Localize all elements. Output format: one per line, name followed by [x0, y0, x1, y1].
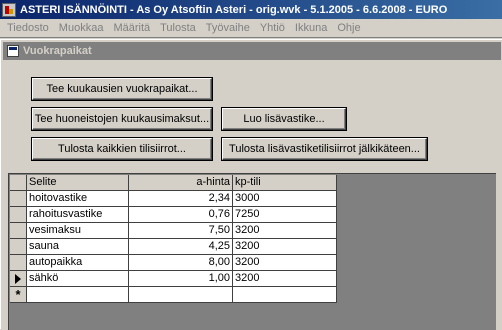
table-row-new[interactable]: *: [10, 287, 337, 303]
cell-selite[interactable]: [27, 287, 129, 303]
create-extra-charge-button[interactable]: Luo lisävastike...: [222, 108, 346, 130]
cell-a-hinta[interactable]: 0,76: [129, 207, 233, 223]
menu-ikkuna[interactable]: Ikkuna: [290, 22, 332, 34]
table-row[interactable]: vesimaksu 7,50 3200: [10, 223, 337, 239]
row-selector[interactable]: [10, 239, 27, 255]
window-title: Vuokrapaikat: [23, 45, 92, 57]
cell-kp-tili[interactable]: 3200: [233, 239, 337, 255]
cell-kp-tili[interactable]: 3200: [233, 271, 337, 287]
table-row[interactable]: rahoitusvastike 0,76 7250: [10, 207, 337, 223]
menu-ohje[interactable]: Ohje: [332, 22, 365, 34]
table-row[interactable]: sauna 4,25 3200: [10, 239, 337, 255]
grid-header-row: Selite a-hinta kp-tili: [10, 175, 337, 191]
row-selector[interactable]: [10, 191, 27, 207]
cell-a-hinta[interactable]: 7,50: [129, 223, 233, 239]
cell-selite[interactable]: autopaikka: [27, 255, 129, 271]
cell-a-hinta[interactable]: [129, 287, 233, 303]
menu-maarita[interactable]: Määritä: [108, 22, 155, 34]
app-logo-icon: [2, 2, 16, 17]
cell-selite[interactable]: sähkö: [27, 271, 129, 287]
cell-selite[interactable]: sauna: [27, 239, 129, 255]
row-selector[interactable]: [10, 223, 27, 239]
app-title-text: ASTERI ISÄNNÖINTI - As Oy Atsoftin Aster…: [20, 3, 448, 16]
table-row[interactable]: hoitovastike 2,34 3000: [10, 191, 337, 207]
rent-items-grid[interactable]: Selite a-hinta kp-tili hoitovastike 2,34…: [8, 173, 496, 330]
cell-a-hinta[interactable]: 1,00: [129, 271, 233, 287]
column-header-selite[interactable]: Selite: [27, 175, 129, 191]
row-selector[interactable]: [10, 207, 27, 223]
select-all-corner[interactable]: [10, 175, 27, 191]
column-header-a-hinta[interactable]: a-hinta: [129, 175, 233, 191]
row-selector[interactable]: [10, 255, 27, 271]
row-pointer-icon: [15, 274, 21, 284]
mdi-workspace: Vuokrapaikat Tee kuukausien vuokrapaikat…: [0, 39, 502, 330]
room-payments-button[interactable]: Tee huoneistojen kuukausimaksut...: [32, 108, 212, 130]
cell-selite[interactable]: hoitovastike: [27, 191, 129, 207]
cell-kp-tili[interactable]: 3200: [233, 255, 337, 271]
table-row-current[interactable]: sähkö 1,00 3200: [10, 271, 337, 287]
cell-kp-tili[interactable]: [233, 287, 337, 303]
table-row[interactable]: autopaikka 8,00 3200: [10, 255, 337, 271]
window-titlebar[interactable]: Vuokrapaikat: [3, 42, 501, 60]
monthly-rents-button[interactable]: Tee kuukausien vuokrapaikat...: [32, 78, 212, 100]
menu-yhtio[interactable]: Yhtiö: [255, 22, 290, 34]
cell-selite[interactable]: rahoitusvastike: [27, 207, 129, 223]
row-selector[interactable]: *: [10, 287, 27, 303]
cell-a-hinta[interactable]: 4,25: [129, 239, 233, 255]
cell-kp-tili[interactable]: 3200: [233, 223, 337, 239]
new-row-marker: *: [15, 287, 21, 302]
menu-tiedosto[interactable]: Tiedosto: [2, 22, 54, 34]
menu-muokkaa[interactable]: Muokkaa: [54, 22, 109, 34]
column-header-kp-tili[interactable]: kp-tili: [233, 175, 337, 191]
cell-a-hinta[interactable]: 8,00: [129, 255, 233, 271]
cell-kp-tili[interactable]: 7250: [233, 207, 337, 223]
print-all-transfers-button[interactable]: Tulosta kaikkien tilisiirrot...: [32, 138, 212, 160]
menu-bar: Tiedosto Muokkaa Määritä Tulosta Työvaih…: [0, 19, 502, 38]
app-titlebar[interactable]: ASTERI ISÄNNÖINTI - As Oy Atsoftin Aster…: [0, 0, 502, 19]
menu-tulosta[interactable]: Tulosta: [155, 22, 201, 34]
grid-body: Selite a-hinta kp-tili hoitovastike 2,34…: [10, 175, 337, 303]
menu-tyovaihe[interactable]: Työvaihe: [201, 22, 255, 34]
form-icon: [7, 45, 19, 57]
print-extra-transfers-button[interactable]: Tulosta lisävastiketilisiirrot jälkikäte…: [222, 138, 427, 160]
vuokrapaikat-window: Vuokrapaikat Tee kuukausien vuokrapaikat…: [0, 39, 502, 330]
cell-selite[interactable]: vesimaksu: [27, 223, 129, 239]
cell-a-hinta[interactable]: 2,34: [129, 191, 233, 207]
cell-kp-tili[interactable]: 3000: [233, 191, 337, 207]
row-selector[interactable]: [10, 271, 27, 287]
